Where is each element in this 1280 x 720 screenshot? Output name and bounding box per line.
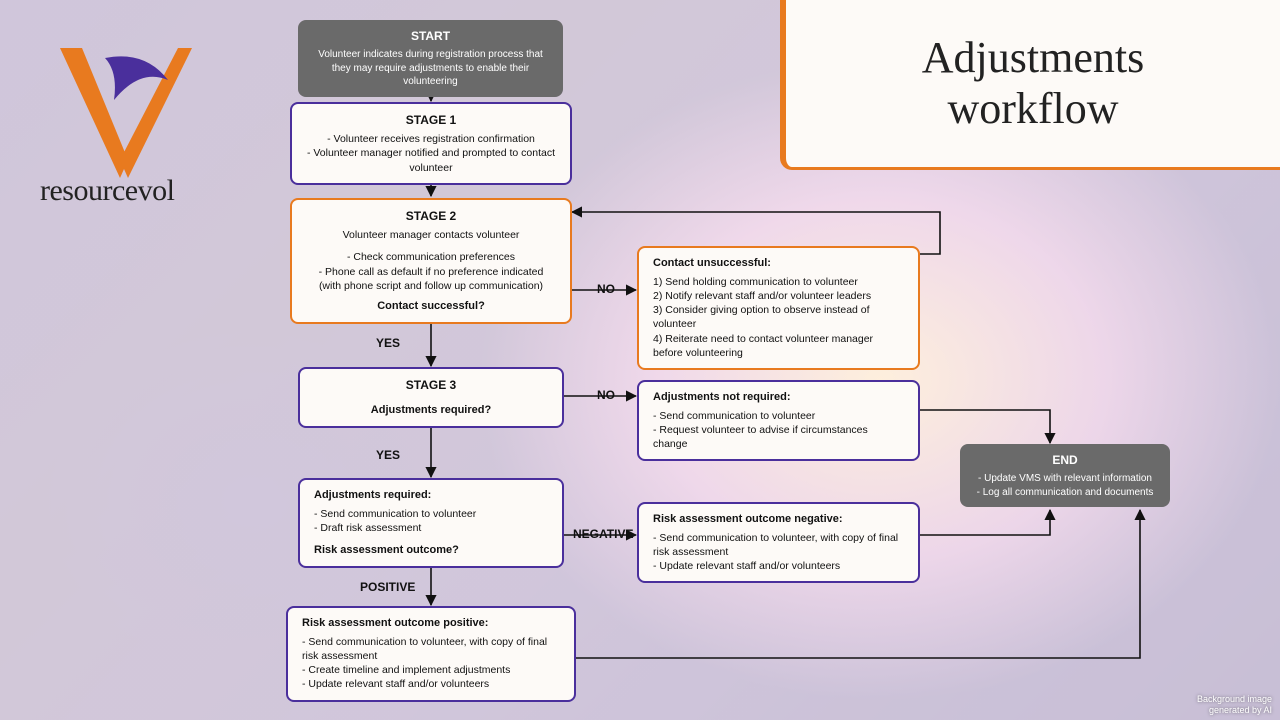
stage1-line1: - Volunteer receives registration confir…: [306, 132, 556, 146]
node-risk-positive: Risk assessment outcome positive: - Send…: [286, 606, 576, 702]
label-stage3-yes: YES: [376, 448, 400, 462]
stage2-sub: Volunteer manager contacts volunteer: [306, 228, 556, 242]
credit-line1: Background image: [1197, 694, 1272, 704]
brand-logo-block: resourcevol: [40, 40, 270, 208]
brand-name: resourcevol: [40, 174, 270, 208]
risk-pos-heading: Risk assessment outcome positive:: [302, 616, 560, 631]
risk-pos-line3: - Update relevant staff and/or volunteer…: [302, 677, 560, 691]
label-risk-negative: NEGATIVE: [573, 527, 633, 541]
node-adjustments-required: Adjustments required: - Send communicati…: [298, 478, 564, 568]
risk-pos-line2: - Create timeline and implement adjustme…: [302, 663, 560, 677]
risk-neg-line2: - Update relevant staff and/or volunteer…: [653, 559, 904, 573]
end-line1: - Update VMS with relevant information: [974, 472, 1156, 486]
adj-not-req-heading: Adjustments not required:: [653, 390, 904, 405]
adj-not-req-line1: - Send communication to volunteer: [653, 409, 904, 423]
title-line1: Adjustments: [922, 33, 1144, 82]
end-heading: END: [974, 452, 1156, 468]
node-end: END - Update VMS with relevant informati…: [960, 444, 1170, 507]
label-stage2-yes: YES: [376, 336, 400, 350]
node-stage2: STAGE 2 Volunteer manager contacts volun…: [290, 198, 572, 324]
adj-req-line2: - Draft risk assessment: [314, 521, 548, 535]
logo-v-icon: [50, 40, 200, 180]
label-stage3-no: NO: [597, 388, 615, 402]
stage2-question: Contact successful?: [306, 299, 556, 314]
adj-req-line1: - Send communication to volunteer: [314, 507, 548, 521]
contact-fail-heading: Contact unsuccessful:: [653, 256, 904, 271]
stage3-heading: STAGE 3: [314, 377, 548, 393]
contact-fail-line3: 3) Consider giving option to observe ins…: [653, 303, 904, 331]
title-card: Adjustments workflow: [780, 0, 1280, 170]
stage2-line2: - Phone call as default if no preference…: [306, 265, 556, 279]
node-contact-unsuccessful: Contact unsuccessful: 1) Send holding co…: [637, 246, 920, 370]
stage2-line1: - Check communication preferences: [306, 250, 556, 264]
risk-neg-line1: - Send communication to volunteer, with …: [653, 531, 904, 559]
stage1-line2: - Volunteer manager notified and prompte…: [306, 146, 556, 174]
start-body: Volunteer indicates during registration …: [312, 48, 549, 89]
stage3-question: Adjustments required?: [314, 403, 548, 418]
label-risk-positive: POSITIVE: [360, 580, 415, 594]
contact-fail-line2: 2) Notify relevant staff and/or voluntee…: [653, 289, 904, 303]
adj-req-heading: Adjustments required:: [314, 488, 548, 503]
stage2-line3: (with phone script and follow up communi…: [306, 279, 556, 293]
risk-pos-line1: - Send communication to volunteer, with …: [302, 635, 560, 663]
stage1-heading: STAGE 1: [306, 112, 556, 128]
node-stage1: STAGE 1 - Volunteer receives registratio…: [290, 102, 572, 185]
start-heading: START: [312, 28, 549, 44]
end-line2: - Log all communication and documents: [974, 486, 1156, 500]
page-title: Adjustments workflow: [922, 33, 1144, 134]
contact-fail-line1: 1) Send holding communication to volunte…: [653, 275, 904, 289]
adj-not-req-line2: - Request volunteer to advise if circums…: [653, 423, 904, 451]
adj-req-question: Risk assessment outcome?: [314, 543, 548, 558]
stage2-heading: STAGE 2: [306, 208, 556, 224]
node-adjustments-not-required: Adjustments not required: - Send communi…: [637, 380, 920, 461]
background-credit: Background image generated by AI: [1197, 694, 1272, 716]
node-risk-negative: Risk assessment outcome negative: - Send…: [637, 502, 920, 583]
risk-neg-heading: Risk assessment outcome negative:: [653, 512, 904, 527]
node-start: START Volunteer indicates during registr…: [298, 20, 563, 97]
node-stage3: STAGE 3 Adjustments required?: [298, 367, 564, 428]
contact-fail-line4: 4) Reiterate need to contact volunteer m…: [653, 332, 904, 360]
title-line2: workflow: [947, 84, 1118, 133]
label-stage2-no: NO: [597, 282, 615, 296]
credit-line2: generated by AI: [1209, 705, 1272, 715]
